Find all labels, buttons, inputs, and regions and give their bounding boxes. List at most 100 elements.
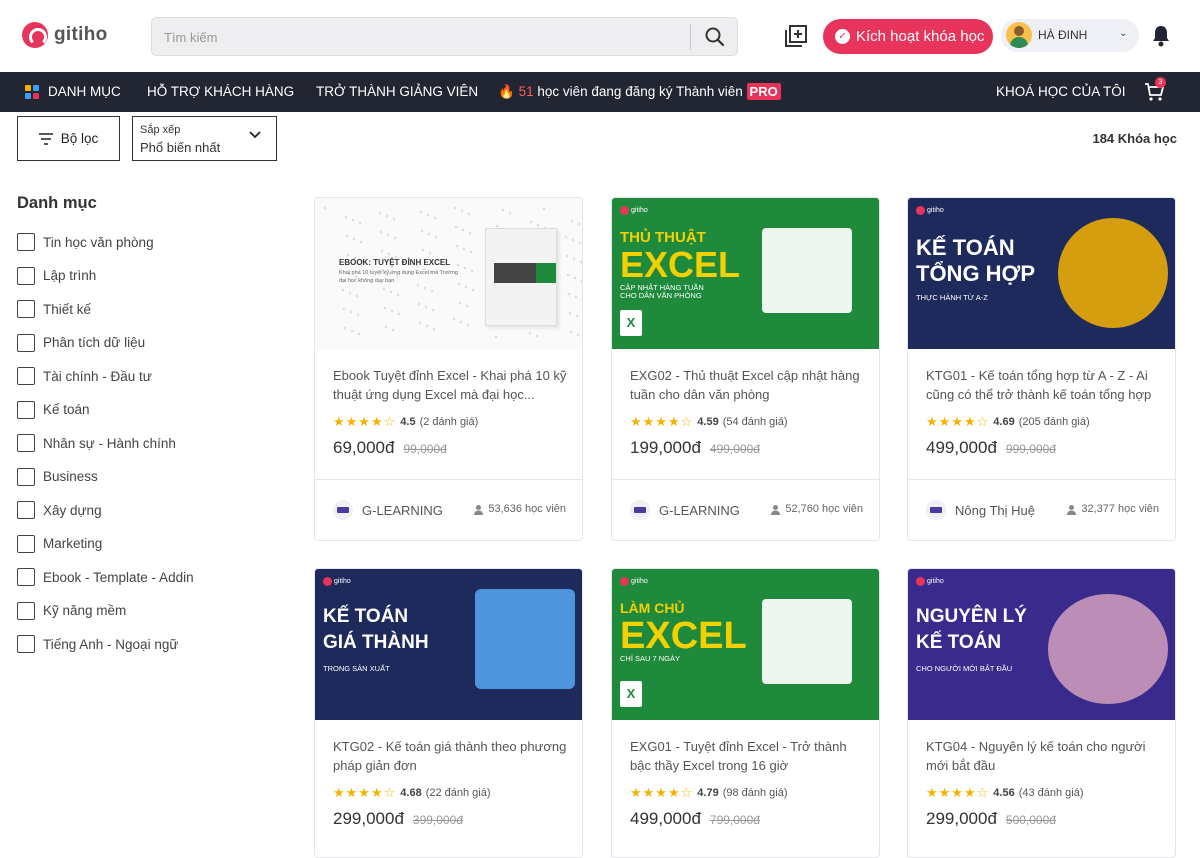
filter-label: Bộ lọc [61, 131, 99, 146]
course-author[interactable]: G-LEARNING [333, 500, 443, 520]
gitiho-logo[interactable]: gitiho [22, 22, 108, 48]
search-input[interactable] [164, 27, 684, 47]
course-author[interactable]: Nông Thị Huệ [926, 500, 1035, 520]
course-title[interactable]: KTG01 - Kế toán tổng hợp từ A - Z - Ai c… [926, 366, 1164, 404]
rating-value: 4.56 [993, 787, 1014, 799]
category-label: Tài chính - Đầu tư [43, 369, 152, 384]
category-checkbox[interactable]: Thiết kế [17, 299, 267, 319]
category-label: Thiết kế [43, 302, 91, 317]
old-price: 500,000đ [1006, 813, 1056, 827]
course-card[interactable]: gitihoXLÀM CHỦEXCELCHỈ SAU 7 NGÀY EXG01 -… [611, 568, 880, 858]
category-checkbox[interactable]: Kế toán [17, 400, 267, 420]
add-course-icon[interactable] [782, 24, 808, 50]
category-checkbox[interactable]: Lập trình [17, 266, 267, 286]
old-price: 999,000đ [1006, 442, 1056, 456]
checkbox[interactable] [17, 367, 35, 385]
category-checkbox[interactable]: Business [17, 467, 267, 487]
course-price: 69,000đ 99,000đ [333, 438, 447, 458]
thumb-line2: GIÁ THÀNH [323, 633, 429, 653]
sort-select[interactable]: Sắp xếp Phổ biến nhất [132, 116, 277, 161]
review-count: (205 đánh giá) [1019, 416, 1090, 428]
checkbox[interactable] [17, 501, 35, 519]
course-card[interactable]: gitihoXTHỦ THUẬTEXCELCẬP NHẬT HÀNG TUẦN … [611, 197, 880, 541]
category-checkbox[interactable]: Phân tích dữ liệu [17, 333, 267, 353]
rating-value: 4.59 [697, 416, 718, 428]
fire-icon: 🔥 [498, 84, 515, 99]
course-price: 499,000đ799,000đ [630, 809, 760, 829]
grid-icon [25, 85, 39, 99]
course-thumbnail[interactable]: EBOOK: TUYỆT ĐỈNH EXCELKhai phá 10 tuyệt… [315, 198, 583, 349]
checkbox[interactable] [17, 401, 35, 419]
rating-value: 4.79 [697, 787, 718, 799]
star-rating-icon: ★★★★☆ [630, 785, 693, 801]
nav-my-courses[interactable]: KHOÁ HỌC CỦA TÔI [996, 84, 1126, 99]
course-title[interactable]: KTG04 - Nguyên lý kế toán cho người mới … [926, 737, 1164, 775]
course-thumbnail[interactable]: gitihoNGUYÊN LÝKẾ TOÁNCHO NGƯỜI MỚI BẮT … [908, 569, 1176, 720]
activate-course-button[interactable]: ✓ Kích hoạt khóa học [823, 19, 993, 54]
current-price: 69,000đ [333, 438, 394, 458]
checkbox[interactable] [17, 635, 35, 653]
thumb-line2: KẾ TOÁN [916, 633, 1001, 653]
nav-category[interactable]: DANH MỤC [48, 84, 121, 99]
gitiho-brand-icon: gitiho [916, 577, 944, 586]
checkbox[interactable] [17, 233, 35, 251]
bell-icon[interactable] [1150, 24, 1172, 48]
category-checkbox[interactable]: Nhân sự - Hành chính [17, 433, 267, 453]
search-icon[interactable] [704, 26, 726, 48]
checkbox[interactable] [17, 568, 35, 586]
course-title[interactable]: EXG01 - Tuyệt đỉnh Excel - Trở thành bậc… [630, 737, 868, 775]
nav-support[interactable]: HỖ TRỢ KHÁCH HÀNG [147, 84, 294, 99]
author-name: G-LEARNING [362, 503, 443, 518]
gitiho-logo-icon [22, 22, 48, 48]
user-menu[interactable]: HÀ ĐINH ⌄ [1001, 19, 1139, 52]
current-price: 199,000đ [630, 438, 701, 458]
category-checkbox[interactable]: Marketing [17, 534, 267, 554]
category-checkbox[interactable]: Kỹ năng mềm [17, 601, 267, 621]
course-author[interactable]: G-LEARNING [630, 500, 740, 520]
current-price: 299,000đ [926, 809, 997, 829]
student-count: 32,377 học viên [1066, 503, 1159, 515]
category-checkbox[interactable]: Tài chính - Đầu tư [17, 366, 267, 386]
course-thumbnail[interactable]: gitihoKẾ TOÁNGIÁ THÀNHTRONG SẢN XUẤT [315, 569, 583, 720]
old-price: 99,000đ [403, 442, 446, 456]
chevron-down-icon: ⌄ [1119, 28, 1127, 39]
thumb-line2: EXCEL [620, 617, 747, 657]
course-rating: ★★★★☆4.56(43 đánh giá) [926, 785, 1084, 801]
checkbox[interactable] [17, 535, 35, 553]
top-header: gitiho ✓ Kích hoạt khóa học HÀ ĐINH ⌄ [0, 0, 1200, 72]
avatar [1006, 22, 1032, 48]
course-card[interactable]: gitihoKẾ TOÁNTỔNG HỢPTHỰC HÀNH TỪ A-Z KTG… [907, 197, 1176, 541]
chart-illustration [762, 228, 852, 313]
thumb-line3: CHO NGƯỜI MỚI BẮT ĐẦU [916, 665, 1016, 673]
checkbox[interactable] [17, 334, 35, 352]
gitiho-brand-icon: gitiho [620, 206, 648, 215]
checkbox[interactable] [17, 602, 35, 620]
category-checkbox[interactable]: Xây dựng [17, 500, 267, 520]
checkbox[interactable] [17, 434, 35, 452]
course-thumbnail[interactable]: gitihoKẾ TOÁNTỔNG HỢPTHỰC HÀNH TỪ A-Z [908, 198, 1176, 349]
user-icon [770, 504, 781, 515]
nav-become-teacher[interactable]: TRỞ THÀNH GIẢNG VIÊN [316, 84, 478, 99]
course-card[interactable]: EBOOK: TUYỆT ĐỈNH EXCELKhai phá 10 tuyệt… [314, 197, 583, 541]
checkbox[interactable] [17, 468, 35, 486]
category-label: Nhân sự - Hành chính [43, 436, 176, 451]
course-title[interactable]: Ebook Tuyệt đỉnh Excel - Khai phá 10 kỹ … [333, 366, 571, 404]
category-checkbox[interactable]: Tiếng Anh - Ngoại ngữ [17, 634, 267, 654]
course-card[interactable]: gitihoKẾ TOÁNGIÁ THÀNHTRONG SẢN XUẤT KTG0… [314, 568, 583, 858]
category-checkbox[interactable]: Ebook - Template - Addin [17, 567, 267, 587]
course-title[interactable]: KTG02 - Kế toán giá thành theo phương ph… [333, 737, 571, 775]
checkbox[interactable] [17, 300, 35, 318]
review-count: (98 đánh giá) [723, 787, 788, 799]
course-thumbnail[interactable]: gitihoXLÀM CHỦEXCELCHỈ SAU 7 NGÀY [612, 569, 880, 720]
cart-count-badge: 3 [1155, 77, 1166, 88]
checkbox[interactable] [17, 267, 35, 285]
course-card[interactable]: gitihoNGUYÊN LÝKẾ TOÁNCHO NGƯỜI MỚI BẮT … [907, 568, 1176, 858]
sort-label: Sắp xếp [140, 124, 180, 136]
course-thumbnail[interactable]: gitihoXTHỦ THUẬTEXCELCẬP NHẬT HÀNG TUẦN … [612, 198, 880, 349]
filter-button[interactable]: Bộ lọc [17, 116, 120, 161]
nav-pro-promo[interactable]: 🔥 51 học viên đang đăng ký Thành viên PR… [498, 84, 781, 100]
course-title[interactable]: EXG02 - Thủ thuật Excel cập nhật hàng tu… [630, 366, 868, 404]
cart-button[interactable]: 3 [1143, 81, 1165, 103]
course-footer: Nông Thị Huệ 32,377 học viên [908, 479, 1176, 541]
category-checkbox[interactable]: Tin học văn phòng [17, 232, 267, 252]
